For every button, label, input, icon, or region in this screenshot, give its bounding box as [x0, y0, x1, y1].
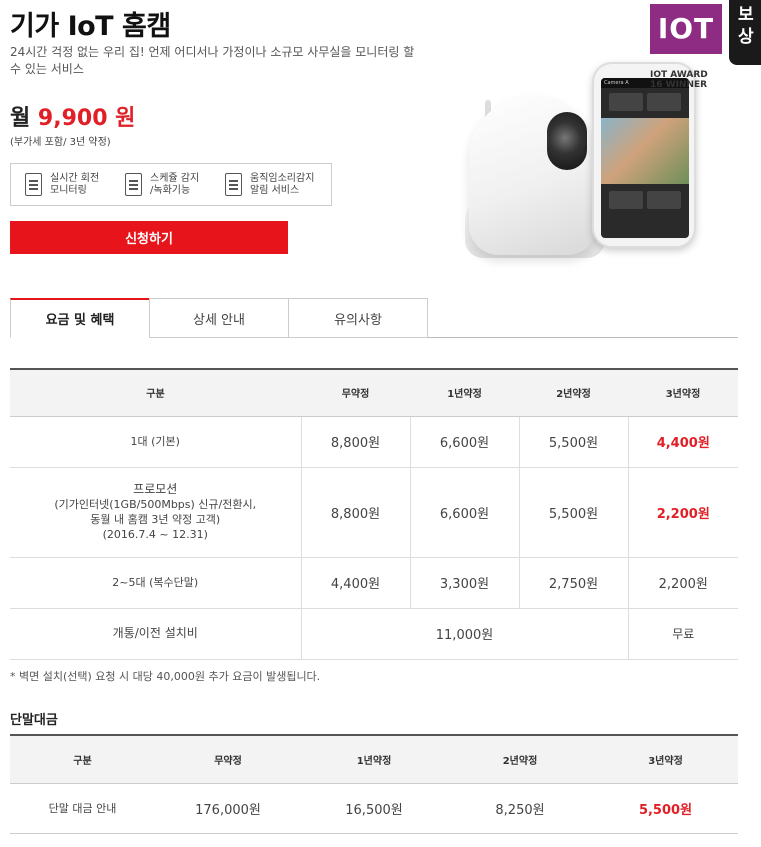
table-cell: 4,400원 [628, 416, 738, 468]
table-cell: 무료 [628, 608, 738, 660]
row-label: 1대 (기본) [10, 416, 302, 468]
document-icon [225, 173, 242, 196]
table-cell: 2,200원 [628, 467, 738, 558]
document-icon [125, 173, 142, 196]
tab-fee-benefits[interactable]: 요금 및 혜택 [10, 298, 150, 338]
device-fee-table: 구분 무약정 1년약정 2년약정 3년약정 단말 대금 안내 176,000원 … [10, 734, 738, 834]
table-cell: 8,800원 [301, 467, 411, 558]
table-row: 1대 (기본) 8,800원 6,600원 5,500원 4,400원 [10, 416, 738, 468]
camera-lens [547, 112, 587, 170]
column-header: 2년약정 [519, 369, 628, 417]
feature-item: 실시간 회전 모니터링 [25, 173, 125, 197]
feature-box: 실시간 회전 모니터링 스케쥴 감지 /녹화기능 움직임소리감지 알림 서비스 [10, 163, 332, 206]
table-cell: 6,600원 [410, 467, 520, 558]
table-cell: 5,500원 [519, 467, 629, 558]
column-header: 3년약정 [628, 369, 738, 417]
install-note: * 벽면 설치(선택) 요청 시 대당 40,000원 추가 요금이 발생됩니다… [10, 670, 321, 683]
tab-details[interactable]: 상세 안내 [149, 298, 289, 338]
table-cell: 2,750원 [519, 557, 629, 609]
phone-app-button [609, 191, 643, 209]
phone-screen: Camera A [601, 78, 689, 238]
feature-item: 스케쥴 감지 /녹화기능 [125, 173, 225, 197]
feature-label: 움직임소리감지 알림 서비스 [250, 172, 315, 196]
table-row: 프로모션 (기가인터넷(1GB/500Mbps) 신규/전환시, 동월 내 홈캠… [10, 467, 738, 558]
table-header-row: 구분 무약정 1년약정 2년약정 3년약정 [10, 735, 738, 784]
price-note: (부가세 포함/ 3년 약정) [10, 137, 111, 148]
iot-award-logo: IOT [650, 4, 722, 54]
table-cell: 2,200원 [628, 557, 738, 609]
fee-table: 구분 무약정 1년약정 2년약정 3년약정 1대 (기본) 8,800원 6,6… [10, 368, 738, 660]
price-prefix: 월 [10, 106, 31, 131]
page-title: 기가 IoT 홈캠 [10, 11, 171, 42]
table-cell: 5,500원 [593, 783, 738, 834]
table-cell: 16,500원 [301, 783, 447, 834]
table-row: 2~5대 (복수단말) 4,400원 3,300원 2,750원 2,200원 [10, 557, 738, 609]
feature-label: 스케쥴 감지 /녹화기능 [150, 172, 200, 196]
row-label: 2~5대 (복수단말) [10, 557, 302, 609]
column-header: 무약정 [155, 735, 301, 784]
column-header: 구분 [10, 735, 155, 784]
table-cell: 3,300원 [410, 557, 520, 609]
document-icon [25, 173, 42, 196]
column-header: 구분 [10, 369, 301, 417]
column-header: 무약정 [301, 369, 410, 417]
table-row: 개통/이전 설치비 11,000원 무료 [10, 608, 738, 660]
section-title: 단말대금 [10, 713, 58, 728]
tab-notes[interactable]: 유의사항 [288, 298, 428, 338]
column-header: 2년약정 [447, 735, 593, 784]
baby-photo [601, 118, 689, 184]
phone-app-button [647, 93, 681, 111]
table-cell: 6,600원 [410, 416, 520, 468]
table-cell: 8,250원 [447, 783, 593, 834]
table-cell: 8,800원 [301, 416, 411, 468]
row-label: 개통/이전 설치비 [10, 608, 302, 660]
table-header-row: 구분 무약정 1년약정 2년약정 3년약정 [10, 369, 738, 417]
table-cell: 176,000원 [155, 783, 301, 834]
corner-banner[interactable]: 보 상 [729, 0, 761, 65]
row-label: 프로모션 (기가인터넷(1GB/500Mbps) 신규/전환시, 동월 내 홈캠… [10, 467, 302, 558]
price-amount: 9,900 원 [37, 106, 136, 131]
feature-label: 실시간 회전 모니터링 [50, 172, 100, 196]
table-cell: 4,400원 [301, 557, 411, 609]
table-cell: 5,500원 [519, 416, 629, 468]
column-header: 1년약정 [410, 369, 519, 417]
phone-app-button [647, 191, 681, 209]
column-header: 1년약정 [301, 735, 447, 784]
feature-item: 움직임소리감지 알림 서비스 [225, 173, 325, 197]
table-row: 단말 대금 안내 176,000원 16,500원 8,250원 5,500원 [10, 783, 738, 834]
monthly-price: 월 9,900 원 [10, 100, 135, 132]
phone-app-button [609, 93, 643, 111]
award-caption: IOT AWARD 16 WINNER [650, 70, 708, 90]
column-header: 3년약정 [593, 735, 738, 784]
row-label: 단말 대금 안내 [10, 783, 155, 834]
tab-bar: 요금 및 혜택 상세 안내 유의사항 [10, 298, 738, 338]
apply-button[interactable]: 신청하기 [10, 221, 288, 254]
service-description: 24시간 걱정 없는 우리 집! 언제 어디서나 가정이나 소규모 사무실을 모… [10, 45, 415, 76]
table-cell: 11,000원 [301, 608, 629, 660]
